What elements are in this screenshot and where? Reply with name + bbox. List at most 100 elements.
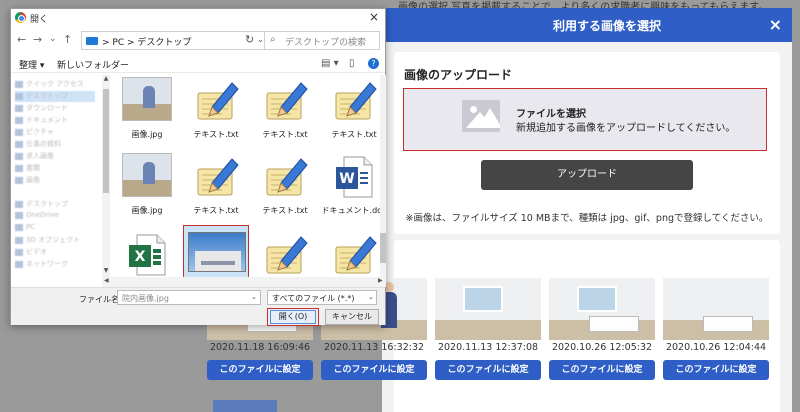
text-file-icon: [261, 231, 309, 279]
horizontal-scrollbar[interactable]: ◀ ▶: [102, 277, 386, 287]
file-name: 画像.jpg: [131, 130, 163, 139]
text-file-icon: [330, 77, 378, 125]
navigation-pane: クイック アクセス デスクトップ ダウンロード ドキュメント ピクチャ 仕事の資…: [11, 75, 102, 287]
pc-folder-icon: [86, 37, 98, 45]
search-icon: ⌕: [270, 34, 276, 45]
nav-pane-item[interactable]: デスクトップ: [15, 199, 95, 210]
set-file-button[interactable]: このファイルに設定: [435, 360, 541, 380]
forward-arrow-icon[interactable]: →: [33, 33, 42, 46]
nav-pane-item[interactable]: OneDrive: [15, 211, 95, 222]
dialog-navbar: ← → ⌄ ↑ > PC > デスクトップ ⌄ ↻ ⌕ デスクトップの検索: [11, 29, 385, 53]
nav-pane-item[interactable]: デスクトップ: [15, 91, 95, 102]
file-item[interactable]: テキスト.txt: [252, 147, 318, 231]
nav-pane-scrollbar[interactable]: ▲ ▼: [102, 75, 110, 287]
dialog-toolbar: 整理 ▾ 新しいフォルダー ▤ ▾ ▯ ?: [11, 55, 385, 73]
dropzone-title: ファイルを選択: [516, 109, 586, 120]
file-list-scrollbar[interactable]: [380, 75, 386, 287]
dialog-title: 開く: [30, 15, 49, 25]
file-item[interactable]: テキスト.txt: [321, 75, 380, 155]
gallery-date: 2020.11.18 16:09:46: [209, 342, 311, 353]
address-bar[interactable]: > PC > デスクトップ ⌄: [81, 31, 269, 50]
gallery-thumbnail[interactable]: [213, 400, 277, 412]
new-folder-button[interactable]: 新しいフォルダー: [57, 58, 129, 71]
file-item[interactable]: テキスト.txt: [252, 75, 318, 155]
nav-pane-item[interactable]: ドキュメント: [15, 115, 95, 126]
search-placeholder: デスクトップの検索: [285, 38, 367, 48]
text-file-icon: [192, 77, 240, 125]
set-file-button[interactable]: このファイルに設定: [321, 360, 427, 380]
gallery-thumbnail[interactable]: [549, 278, 655, 340]
file-dropzone[interactable]: ファイルを選択 新規追加する画像をアップロードしてください。: [403, 88, 767, 151]
filetype-dropdown-icon[interactable]: ⌄: [368, 293, 374, 301]
up-arrow-icon[interactable]: ↑: [63, 33, 72, 46]
nav-pane-item[interactable]: 画像: [15, 175, 95, 186]
text-file-icon: [261, 153, 309, 201]
word-document-icon: W: [330, 153, 378, 201]
file-name: テキスト.txt: [193, 206, 239, 215]
preview-pane-icon[interactable]: ▯: [349, 58, 355, 69]
back-arrow-icon[interactable]: ←: [17, 33, 26, 46]
file-name: テキスト.txt: [262, 206, 308, 215]
filetype-select[interactable]: すべてのファイル (*.*): [267, 290, 377, 305]
nav-pane-item[interactable]: 仕事の資料: [15, 139, 95, 150]
set-file-button[interactable]: このファイルに設定: [207, 360, 313, 380]
view-options-icon[interactable]: ▤ ▾: [321, 58, 339, 69]
image-placeholder-icon: [462, 100, 500, 132]
file-item[interactable]: W ドキュメント.doc: [321, 147, 380, 231]
upload-note: ※画像は、ファイルサイズ 10 MBまで、種類は jpg、gif、pngで登録し…: [405, 213, 769, 224]
file-item[interactable]: 画像.jpg: [114, 147, 180, 231]
file-name: 画像.jpg: [131, 206, 163, 215]
nav-pane-item[interactable]: ダウンロード: [15, 103, 95, 114]
filename-dropdown-icon[interactable]: ⌄: [251, 293, 257, 301]
dropzone-description: 新規追加する画像をアップロードしてください。: [516, 123, 736, 134]
nav-pane-item[interactable]: ピクチャ: [15, 127, 95, 138]
filename-input[interactable]: 院内画像.jpg: [117, 290, 261, 305]
nav-pane-item[interactable]: 求人画像: [15, 151, 95, 162]
file-item[interactable]: テキスト.txt: [183, 147, 249, 231]
dialog-titlebar: 開く ×: [11, 9, 385, 27]
file-name: テキスト.txt: [331, 130, 377, 139]
excel-file-icon: X: [123, 231, 171, 279]
image-file-icon: [122, 77, 172, 121]
nav-pane-item[interactable]: クイック アクセス: [15, 79, 95, 90]
folder-search-input[interactable]: ⌕ デスクトップの検索: [264, 31, 380, 50]
modal-close-icon[interactable]: ×: [769, 15, 782, 34]
organize-menu[interactable]: 整理 ▾: [19, 58, 44, 71]
text-file-icon: [330, 231, 378, 279]
help-icon[interactable]: ?: [368, 58, 379, 69]
file-name: テキスト.txt: [262, 130, 308, 139]
gallery-thumbnail[interactable]: [435, 278, 541, 340]
svg-text:X: X: [135, 249, 146, 265]
svg-text:W: W: [339, 171, 354, 187]
address-path: > PC > デスクトップ: [102, 38, 192, 48]
file-item[interactable]: 画像.jpg: [114, 75, 180, 155]
upload-card: 画像のアップロード ファイルを選択 新規追加する画像をアップロードしてください。…: [394, 52, 780, 234]
file-item[interactable]: テキスト.txt: [183, 75, 249, 155]
nav-pane-item[interactable]: 書類: [15, 163, 95, 174]
text-file-icon: [261, 77, 309, 125]
recent-locations-icon[interactable]: ⌄: [49, 34, 57, 44]
text-file-icon: [192, 153, 240, 201]
address-dropdown-icon[interactable]: ⌄: [257, 35, 264, 44]
image-file-icon: [188, 232, 246, 272]
open-button[interactable]: 開く(O): [267, 308, 319, 326]
dialog-close-icon[interactable]: ×: [369, 10, 379, 24]
dialog-footer: ファイル名(N): 院内画像.jpg ⌄ すべてのファイル (*.*) ⌄ 開く…: [11, 287, 385, 326]
set-file-button[interactable]: このファイルに設定: [663, 360, 769, 380]
nav-pane-item[interactable]: PC: [15, 223, 95, 234]
gallery-date: 2020.11.13 16:32:32: [323, 342, 425, 353]
set-file-button[interactable]: このファイルに設定: [549, 360, 655, 380]
upload-button[interactable]: アップロード: [481, 160, 693, 190]
gallery-thumbnail[interactable]: [663, 278, 769, 340]
refresh-icon[interactable]: ↻: [245, 33, 254, 46]
cancel-button[interactable]: キャンセル: [325, 309, 379, 325]
gallery-date: 2020.11.13 12:37:08: [437, 342, 539, 353]
image-file-icon: [122, 153, 172, 197]
nav-pane-item[interactable]: ネットワーク: [15, 259, 95, 270]
upload-heading: 画像のアップロード: [404, 68, 513, 82]
modal-title: 利用する画像を選択: [552, 19, 661, 33]
gallery-date: 2020.10.26 12:05:32: [551, 342, 653, 353]
gallery-date: 2020.10.26 12:04:44: [665, 342, 767, 353]
nav-pane-item[interactable]: 3D オブジェクト: [15, 235, 95, 246]
nav-pane-item[interactable]: ビデオ: [15, 247, 95, 258]
